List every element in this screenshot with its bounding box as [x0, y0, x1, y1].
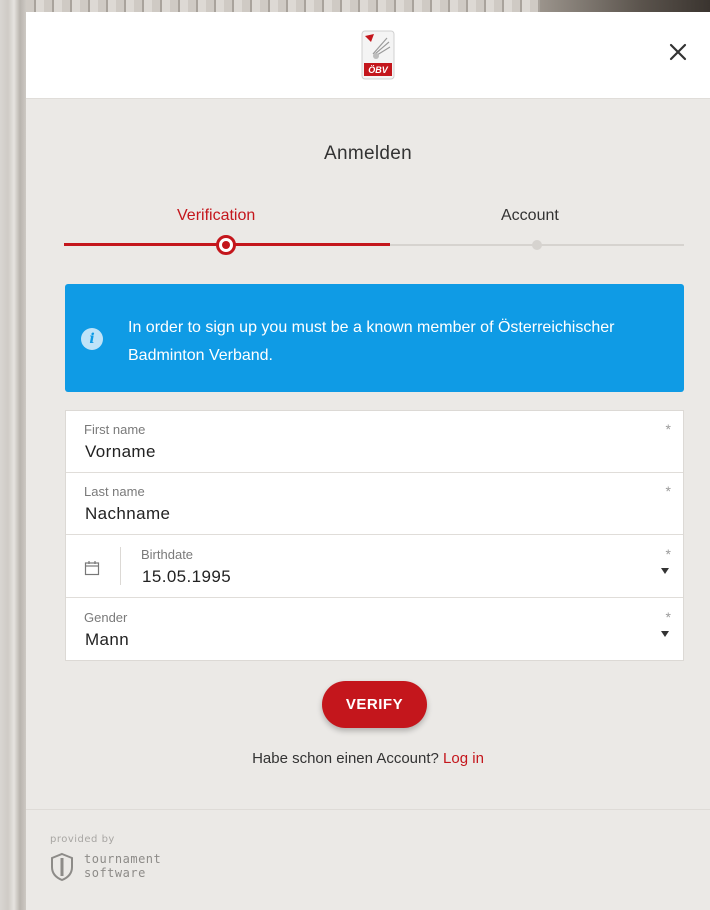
login-prompt: Habe schon einen Account? Log in: [26, 750, 710, 767]
birthdate-field[interactable]: Birthdate 15.05.1995 *: [66, 536, 683, 598]
verify-button[interactable]: VERIFY: [322, 681, 427, 728]
signup-form: First name Vorname * Last name Nachname …: [65, 410, 684, 661]
step-account: Account: [501, 207, 559, 224]
close-icon: [669, 43, 687, 61]
first-name-value[interactable]: Vorname: [85, 442, 156, 462]
required-marker: *: [665, 609, 671, 625]
login-link[interactable]: Log in: [443, 750, 484, 767]
brand-line-1: tournament: [84, 852, 162, 866]
last-name-field[interactable]: Last name Nachname *: [66, 473, 683, 535]
tournament-software-shield-icon: [51, 852, 73, 882]
birthdate-label: Birthdate: [141, 547, 194, 562]
signup-dialog: ÖBV Anmelden Verification Account i In o…: [26, 12, 710, 910]
gender-label: Gender: [84, 610, 128, 625]
info-icon: i: [81, 328, 103, 350]
provided-by-label: provided by: [50, 834, 115, 845]
first-name-field[interactable]: First name Vorname *: [66, 411, 683, 473]
required-marker: *: [665, 546, 671, 562]
dialog-title: Anmelden: [324, 143, 412, 164]
svg-text:ÖBV: ÖBV: [368, 65, 389, 75]
dialog-header: ÖBV: [26, 12, 710, 99]
close-button[interactable]: [664, 38, 692, 66]
birthdate-value[interactable]: 15.05.1995: [142, 567, 231, 587]
chevron-down-icon[interactable]: [661, 631, 669, 637]
last-name-label: Last name: [84, 484, 145, 499]
brand-line-2: software: [84, 866, 146, 880]
backdrop-shadow: [540, 0, 710, 12]
step-indicator-active: [216, 235, 236, 255]
step-verification: Verification: [177, 207, 256, 224]
info-message: In order to sign up you must be a known …: [128, 319, 615, 364]
required-marker: *: [665, 421, 671, 437]
gender-value[interactable]: Mann: [85, 630, 129, 650]
calendar-divider: [120, 547, 121, 585]
tournament-software-brand[interactable]: tournament software: [84, 852, 161, 880]
gender-field[interactable]: Gender Mann *: [66, 599, 683, 661]
info-banner: i In order to sign up you must be a know…: [65, 284, 684, 392]
login-prompt-text: Habe schon einen Account?: [252, 750, 439, 767]
last-name-value[interactable]: Nachname: [85, 504, 170, 524]
first-name-label: First name: [84, 422, 146, 437]
calendar-icon[interactable]: [84, 560, 100, 576]
step-indicator-inactive: [532, 240, 542, 250]
obv-logo: ÖBV: [361, 30, 395, 80]
footer-divider: [26, 809, 710, 810]
chevron-down-icon[interactable]: [661, 568, 669, 574]
required-marker: *: [665, 483, 671, 499]
